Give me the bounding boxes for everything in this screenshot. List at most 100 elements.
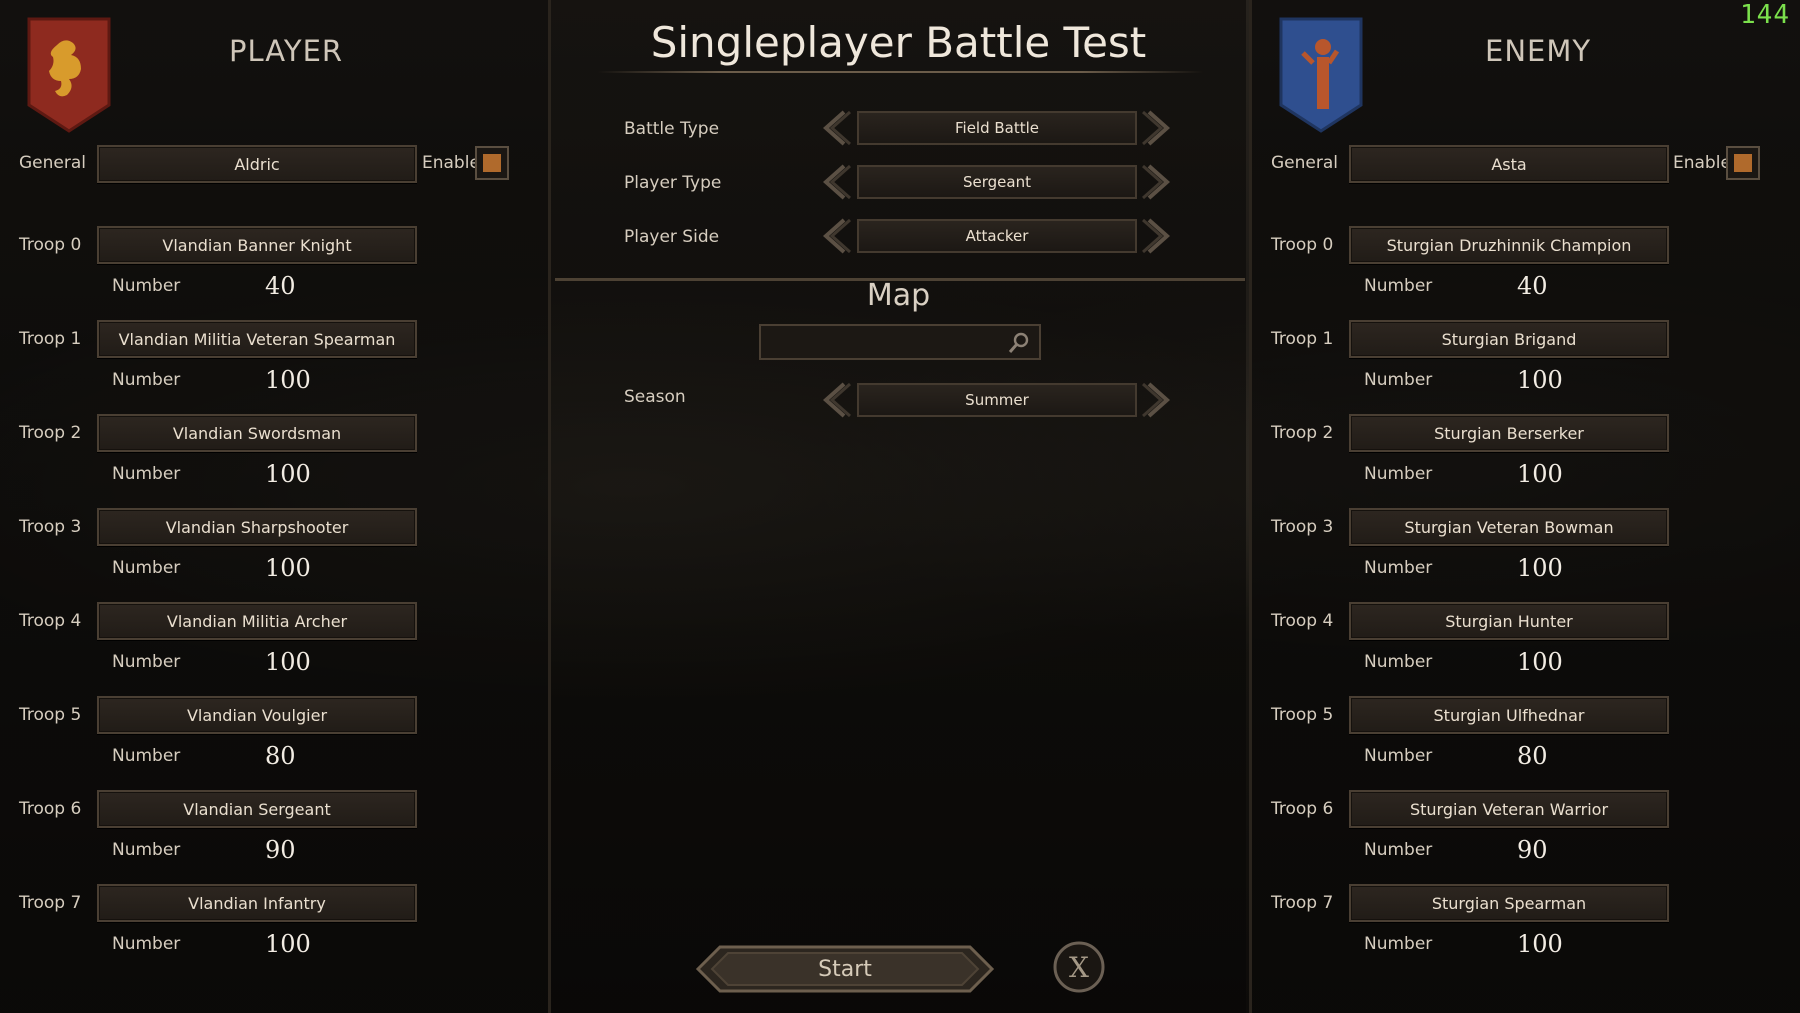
enemy-troop-select[interactable]: Sturgian Ulfhednar <box>1349 696 1669 734</box>
player-troop-select[interactable]: Vlandian Militia Veteran Spearman <box>97 320 417 358</box>
player-heading: PLAYER <box>229 34 344 68</box>
enemy-enable-checkbox[interactable] <box>1726 146 1760 180</box>
chevron-left-icon <box>822 164 851 200</box>
player-enable-checkbox[interactable] <box>475 146 509 180</box>
player-troop-select[interactable]: Vlandian Swordsman <box>97 414 417 452</box>
close-glyph: X <box>1069 951 1089 984</box>
enemy-troop-label: Troop 3 <box>1271 517 1334 537</box>
enemy-troop-number[interactable]: 100 <box>1517 460 1563 488</box>
chevron-right-icon <box>1142 110 1171 146</box>
player-number-label: Number <box>112 746 181 766</box>
checkbox-fill <box>483 154 501 172</box>
player-troop-number[interactable]: 90 <box>265 836 296 864</box>
player-troop-select[interactable]: Vlandian Militia Archer <box>97 602 417 640</box>
player-enable-label: Enable <box>422 153 480 173</box>
player-troop-select[interactable]: Vlandian Voulgier <box>97 696 417 734</box>
enemy-troop-label: Troop 0 <box>1271 235 1334 255</box>
checkbox-fill <box>1734 154 1752 172</box>
player-troop-number[interactable]: 100 <box>265 554 311 582</box>
chevron-left-icon <box>822 218 851 254</box>
enemy-troop-number[interactable]: 100 <box>1517 648 1563 676</box>
enemy-troop-label: Troop 5 <box>1271 705 1334 725</box>
battle-type-prev-button[interactable] <box>818 109 852 147</box>
player-troop-label: Troop 1 <box>19 329 82 349</box>
player-side-label: Player Side <box>624 227 720 247</box>
player-troop-label: Troop 2 <box>19 423 82 443</box>
enemy-troop-select[interactable]: Sturgian Berserker <box>1349 414 1669 452</box>
player-type-next-button[interactable] <box>1141 163 1175 201</box>
season-prev-button[interactable] <box>818 381 852 419</box>
player-troop-label: Troop 3 <box>19 517 82 537</box>
player-troop-select[interactable]: Vlandian Sharpshooter <box>97 508 417 546</box>
player-number-label: Number <box>112 464 181 484</box>
settings-panel <box>551 0 1246 1013</box>
enemy-troop-number[interactable]: 100 <box>1517 366 1563 394</box>
player-troop-number[interactable]: 100 <box>265 930 311 958</box>
player-side-value[interactable]: Attacker <box>857 219 1137 253</box>
enemy-enable-label: Enable <box>1673 153 1731 173</box>
enemy-troop-select[interactable]: Sturgian Hunter <box>1349 602 1669 640</box>
chevron-right-icon <box>1142 382 1171 418</box>
map-heading: Map <box>866 278 931 313</box>
battle-type-label: Battle Type <box>624 119 720 139</box>
enemy-number-label: Number <box>1364 840 1433 860</box>
enemy-general-field[interactable]: Asta <box>1349 145 1669 183</box>
enemy-general-label: General <box>1271 153 1338 173</box>
player-type-value[interactable]: Sergeant <box>857 165 1137 199</box>
player-number-label: Number <box>112 652 181 672</box>
player-troop-label: Troop 7 <box>19 893 82 913</box>
player-troop-number[interactable]: 80 <box>265 742 296 770</box>
player-troop-number[interactable]: 100 <box>265 366 311 394</box>
player-troop-label: Troop 5 <box>19 705 82 725</box>
player-side-next-button[interactable] <box>1141 217 1175 255</box>
player-number-label: Number <box>112 558 181 578</box>
enemy-heading: ENEMY <box>1485 34 1592 68</box>
enemy-troop-label: Troop 4 <box>1271 611 1334 631</box>
player-number-label: Number <box>112 934 181 954</box>
player-troop-select[interactable]: Vlandian Sergeant <box>97 790 417 828</box>
enemy-troop-number[interactable]: 100 <box>1517 930 1563 958</box>
enemy-banner-icon <box>1279 17 1363 133</box>
enemy-troop-select[interactable]: Sturgian Spearman <box>1349 884 1669 922</box>
player-general-field[interactable]: Aldric <box>97 145 417 183</box>
fps-counter: 144 <box>1740 0 1790 30</box>
player-troop-number[interactable]: 100 <box>265 460 311 488</box>
player-troop-number[interactable]: 100 <box>265 648 311 676</box>
player-side-prev-button[interactable] <box>818 217 852 255</box>
player-troop-label: Troop 0 <box>19 235 82 255</box>
player-number-label: Number <box>112 370 181 390</box>
player-troop-label: Troop 4 <box>19 611 82 631</box>
chevron-right-icon <box>1142 164 1171 200</box>
enemy-troop-label: Troop 1 <box>1271 329 1334 349</box>
enemy-troop-select[interactable]: Sturgian Druzhinnik Champion <box>1349 226 1669 264</box>
start-button-label: Start <box>818 956 872 982</box>
player-troop-select[interactable]: Vlandian Infantry <box>97 884 417 922</box>
enemy-number-label: Number <box>1364 558 1433 578</box>
enemy-troop-number[interactable]: 80 <box>1517 742 1548 770</box>
player-number-label: Number <box>112 276 181 296</box>
enemy-number-label: Number <box>1364 464 1433 484</box>
close-button[interactable]: X <box>1052 940 1106 994</box>
enemy-troop-select[interactable]: Sturgian Veteran Warrior <box>1349 790 1669 828</box>
map-search-input[interactable] <box>759 324 1041 360</box>
season-next-button[interactable] <box>1141 381 1175 419</box>
battle-type-value[interactable]: Field Battle <box>857 111 1137 145</box>
enemy-troop-number[interactable]: 40 <box>1517 272 1548 300</box>
enemy-troop-number[interactable]: 90 <box>1517 836 1548 864</box>
player-banner-icon <box>27 17 111 133</box>
player-troop-select[interactable]: Vlandian Banner Knight <box>97 226 417 264</box>
battle-type-next-button[interactable] <box>1141 109 1175 147</box>
enemy-troop-select[interactable]: Sturgian Brigand <box>1349 320 1669 358</box>
enemy-number-label: Number <box>1364 652 1433 672</box>
player-type-prev-button[interactable] <box>818 163 852 201</box>
search-icon <box>1008 332 1029 353</box>
season-value[interactable]: Summer <box>857 383 1137 417</box>
title-divider <box>598 71 1203 73</box>
player-number-label: Number <box>112 840 181 860</box>
player-troop-number[interactable]: 40 <box>265 272 296 300</box>
enemy-troop-number[interactable]: 100 <box>1517 554 1563 582</box>
enemy-troop-select[interactable]: Sturgian Veteran Bowman <box>1349 508 1669 546</box>
start-button[interactable]: Start <box>694 944 996 994</box>
enemy-number-label: Number <box>1364 746 1433 766</box>
season-label: Season <box>624 387 686 407</box>
